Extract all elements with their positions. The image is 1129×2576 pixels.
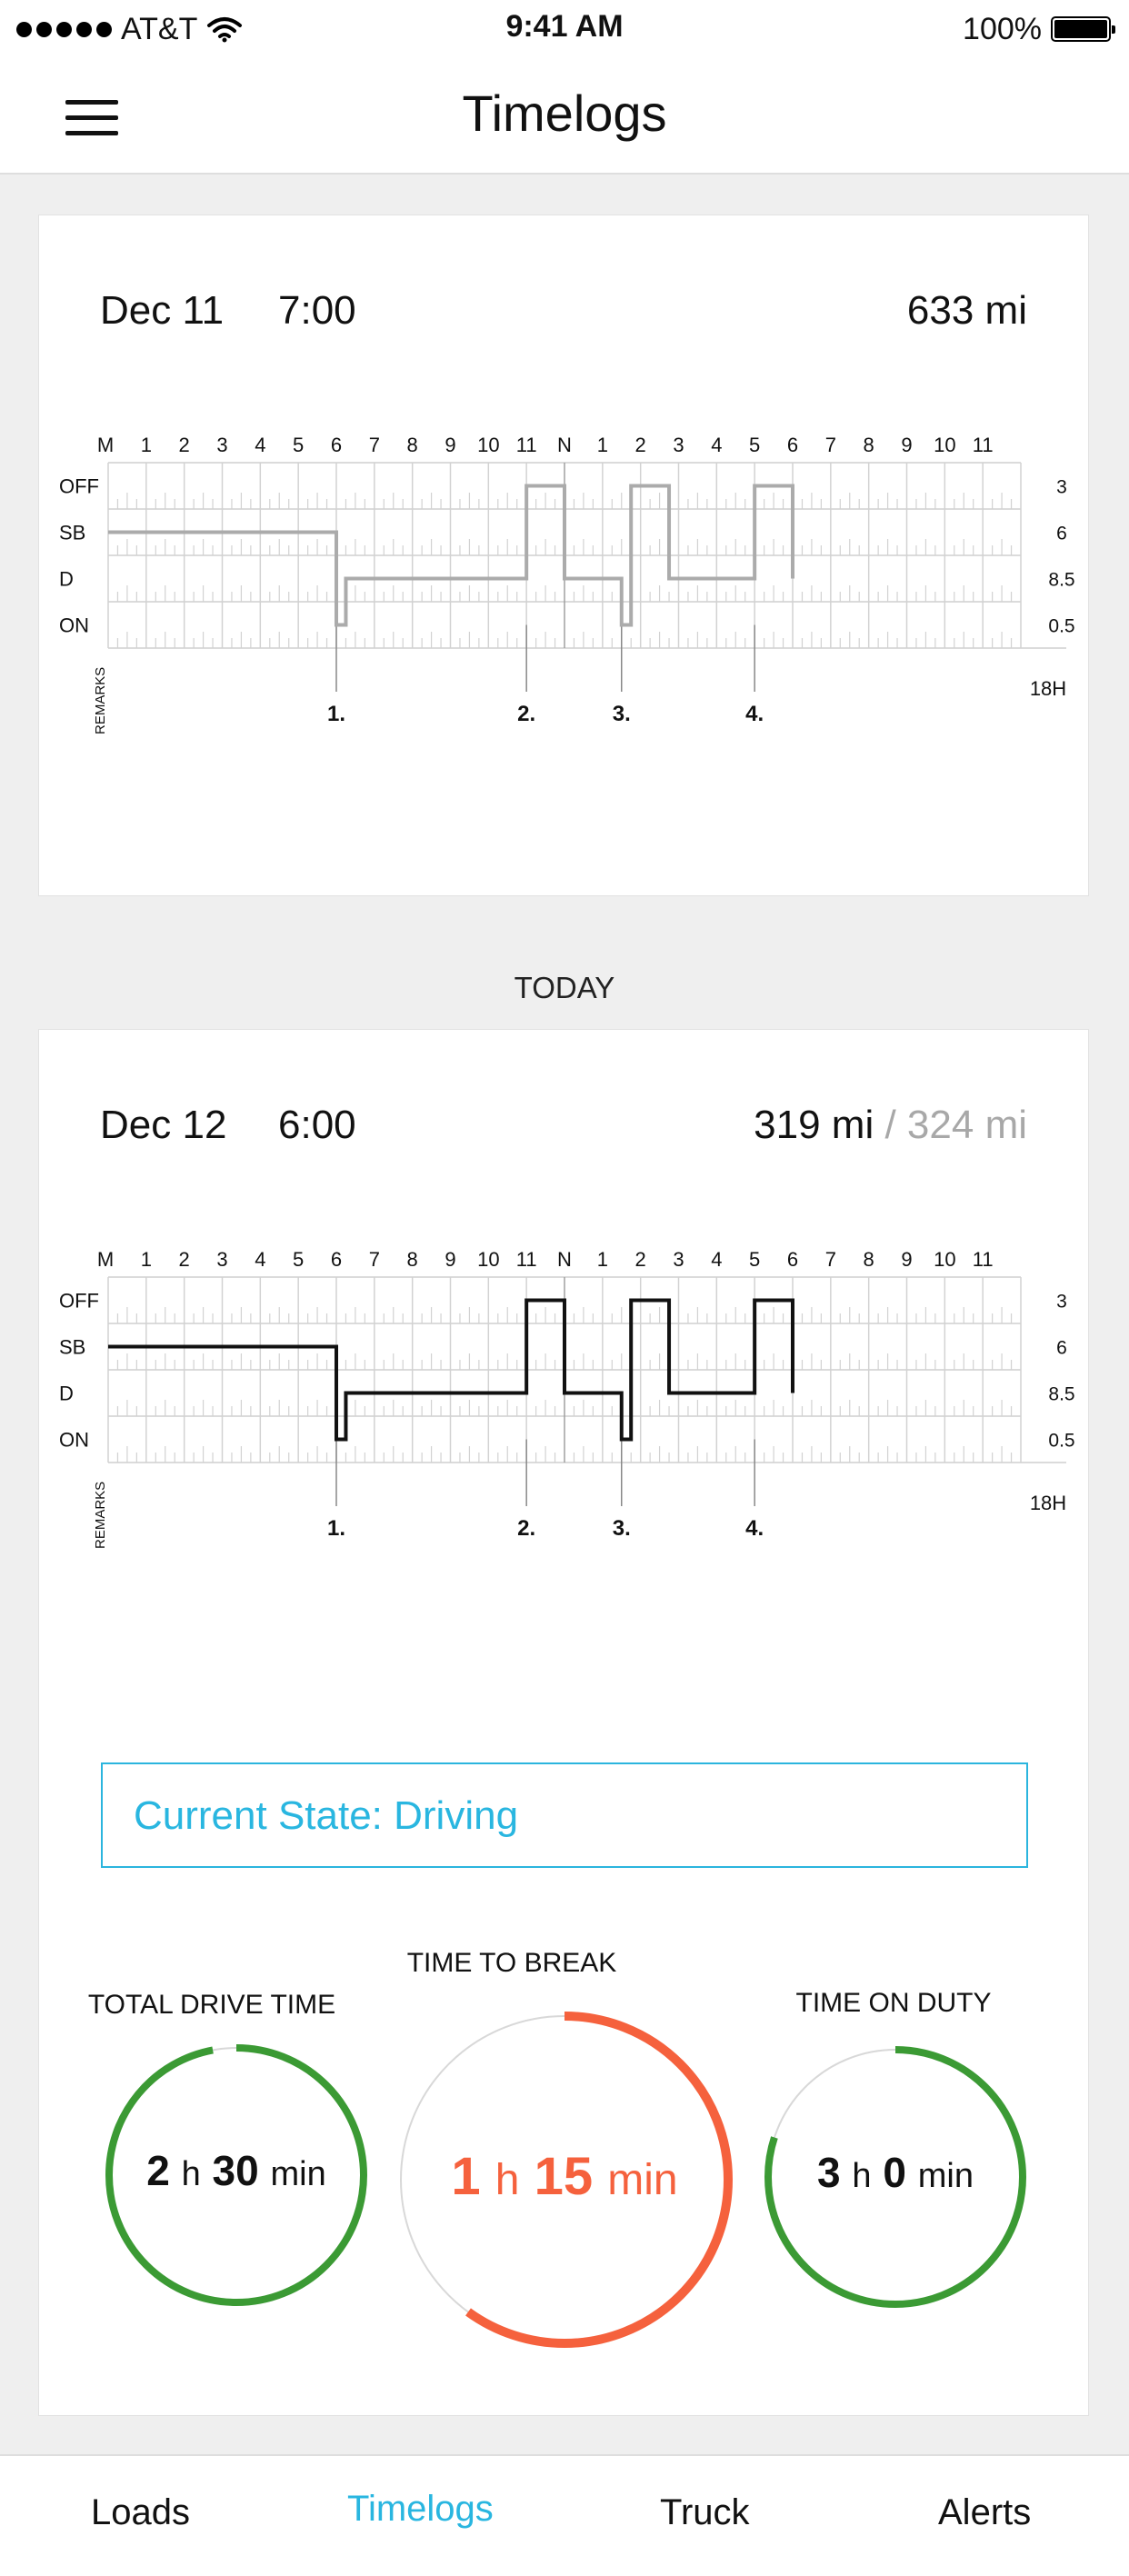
break-min-unit: min [607, 2156, 678, 2204]
row-total: 3 [1056, 477, 1067, 498]
log-header: Dec 11 7:00 633 mi [100, 288, 1027, 352]
nav-bar: Timelogs [0, 58, 1129, 175]
drive-h-unit: h [181, 2155, 201, 2193]
hour-label: 3 [673, 434, 684, 456]
hour-label: 6 [331, 434, 342, 456]
hour-label: 5 [293, 434, 304, 456]
break-minutes: 15 [534, 2147, 594, 2206]
row-label: OFF [59, 475, 99, 498]
duty-minutes: 0 [883, 2149, 906, 2196]
miles-driven: 633 mi [906, 288, 1027, 333]
status-right: 100% [963, 9, 1115, 49]
duty-hours: 3 [817, 2149, 841, 2196]
tab-timelogs[interactable]: Timelogs [347, 2489, 494, 2530]
hour-label: 4 [255, 434, 265, 456]
drive-min-unit: min [270, 2155, 326, 2193]
remark-number: 1. [327, 702, 345, 726]
tab-alerts[interactable]: Alerts [938, 2492, 1031, 2533]
duty-h-unit: h [852, 2157, 872, 2195]
hour-label: 9 [445, 434, 455, 456]
status-bar: AT&T 9:41 AM 100% [0, 0, 1129, 58]
hour-label: M [97, 434, 114, 456]
hour-label: 1 [597, 434, 608, 456]
log-date: Dec 11 [100, 288, 225, 333]
row-label: D [59, 568, 74, 591]
hour-label: 2 [635, 434, 646, 456]
timelog-card-dec12[interactable]: Dec 12 6:00 319 mi / 324 mi M 1 2 3 4 5 6 7 8 9 10… [38, 1029, 1089, 2416]
battery-icon [1051, 16, 1115, 42]
hour-label: 8 [864, 434, 874, 456]
battery-percent: 100% [963, 11, 1042, 46]
tab-truck[interactable]: Truck [660, 2492, 750, 2533]
log-graph: M 1 2 3 4 5 6 7 8 9 10 11 N 1 2 3 4 5 6 7 8 9 10 11 OFF SB D ON 3 6 8.… [59, 434, 1075, 734]
hour-label: 10 [477, 434, 499, 456]
hour-label: 7 [369, 434, 380, 456]
status-time: 9:41 AM [505, 9, 624, 44]
hour-label: 7 [825, 434, 836, 456]
row-total: 0.5 [1048, 616, 1074, 637]
page-title: Timelogs [462, 85, 667, 142]
hour-label: 3 [216, 434, 227, 456]
duty-gauge-value: 3 h 0 min [768, 2148, 1023, 2197]
drive-minutes: 30 [212, 2147, 259, 2194]
total-hours-label: 18H [1030, 677, 1066, 700]
remark-number: 4. [745, 702, 764, 726]
tab-loads[interactable]: Loads [91, 2492, 190, 2533]
row-label: SB [59, 522, 85, 544]
drive-hours: 2 [146, 2147, 170, 2194]
hour-label: 6 [787, 434, 798, 456]
log-miles: 633 mi [907, 288, 1027, 334]
drive-gauge-value: 2 h 30 min [109, 2146, 364, 2195]
row-total: 6 [1056, 524, 1067, 544]
hour-label: 10 [934, 434, 955, 456]
hour-label: 11 [973, 434, 994, 456]
hour-label: N [557, 434, 572, 456]
break-h-unit: h [495, 2156, 520, 2204]
remark-number: 2. [517, 702, 535, 726]
remark-number: 3. [613, 702, 631, 726]
hour-label: 11 [516, 434, 537, 456]
log-start-time: 7:00 [278, 288, 356, 333]
hour-label: 2 [179, 434, 190, 456]
hour-label: 5 [749, 434, 760, 456]
hour-label: 4 [711, 434, 722, 456]
row-total: 8.5 [1048, 570, 1074, 591]
remarks-label: REMARKS [93, 667, 108, 734]
duty-min-unit: min [917, 2157, 974, 2195]
break-gauge-value: 1 h 15 min [401, 2146, 728, 2207]
tab-bar: Loads Timelogs Truck Alerts [0, 2454, 1129, 2576]
gauges-svg [105, 2012, 1026, 2348]
hour-label: 1 [141, 434, 152, 456]
break-hours: 1 [451, 2147, 481, 2206]
today-label: TODAY [514, 971, 615, 1004]
timelog-card-dec11[interactable]: Dec 11 7:00 633 mi M 1 2 3 4 5 6 7 8 9 10 11 N 1 2 3 4 5 6… [38, 215, 1089, 896]
hour-label: 9 [901, 434, 912, 456]
row-label: ON [59, 614, 89, 637]
hour-label: 8 [407, 434, 418, 456]
